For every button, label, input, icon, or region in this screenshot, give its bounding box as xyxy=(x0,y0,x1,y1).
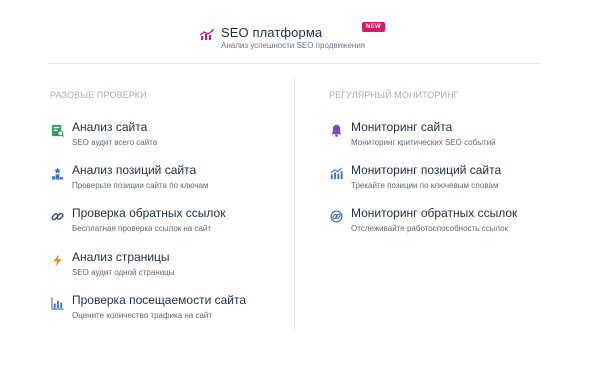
new-badge: NEW xyxy=(362,22,385,32)
menu-item-label: Мониторинг позиций сайта xyxy=(351,163,502,177)
menu-item-backlink-check[interactable]: Проверка обратных ссылок Бесплатная пров… xyxy=(50,206,280,238)
menu-item-position-analysis[interactable]: Анализ позиций сайта Проверьте позиции с… xyxy=(50,163,280,195)
site-audit-icon xyxy=(50,123,64,137)
divider-vertical xyxy=(294,78,295,330)
menu-item-description: Бесплатная проверка ссылок на сайт xyxy=(72,224,212,233)
menu-item-description: Проверьте позиции сайта по ключам xyxy=(72,181,209,190)
divider-horizontal xyxy=(48,63,540,64)
menu-item-label: Мониторинг сайта xyxy=(351,120,453,134)
link-monitor-icon xyxy=(329,209,343,223)
bell-icon xyxy=(329,123,343,137)
menu-item-description: Оцените количество трафика на сайт xyxy=(72,311,213,320)
menu-item-description: Отслеживайте работоспособность ссылок xyxy=(351,224,509,233)
header: SEO платформа NEW Анализ успешности SEO … xyxy=(199,22,460,56)
menu-item-traffic-check[interactable]: Проверка посещаемости сайта Оцените коли… xyxy=(50,293,280,325)
menu-item-label: Анализ страницы xyxy=(72,250,170,264)
menu-item-description: SEO аудит одной страницы xyxy=(72,268,175,277)
menu-item-description: Трекайте позиции по ключевым словам xyxy=(351,181,499,190)
menu-item-position-monitoring[interactable]: Мониторинг позиций сайта Трекайте позици… xyxy=(329,163,559,195)
menu-item-label: Проверка обратных ссылок xyxy=(72,206,226,220)
menu-item-site-analysis[interactable]: Анализ сайта SEO аудит всего сайта xyxy=(50,120,280,152)
chart-up-icon xyxy=(329,166,343,180)
menu-item-site-monitoring[interactable]: Мониторинг сайта Мониторинг критических … xyxy=(329,120,559,152)
section-title-monitoring: РЕГУЛЯРНЫЙ МОНИТОРИНГ xyxy=(329,90,459,100)
bar-chart-icon xyxy=(50,296,64,310)
menu-item-label: Проверка посещаемости сайта xyxy=(72,293,247,307)
menu-item-description: Мониторинг критических SEO событий xyxy=(351,138,496,147)
menu-item-label: Мониторинг обратных ссылок xyxy=(351,206,518,220)
menu-item-page-analysis[interactable]: Анализ страницы SEO аудит одной страницы xyxy=(50,250,280,282)
chart-trend-icon xyxy=(199,28,215,40)
section-title-one-time: РАЗОВЫЕ ПРОВЕРКИ xyxy=(50,90,147,100)
page-title[interactable]: SEO платформа xyxy=(221,25,322,40)
page-subtitle: Анализ успешности SEO продвижения xyxy=(221,41,366,50)
lightning-icon xyxy=(50,253,64,267)
menu-item-label: Анализ сайта xyxy=(72,120,148,134)
menu-item-backlink-monitoring[interactable]: Мониторинг обратных ссылок Отслеживайте … xyxy=(329,206,559,238)
menu-item-description: SEO аудит всего сайта xyxy=(72,138,158,147)
menu-item-label: Анализ позиций сайта xyxy=(72,163,197,177)
ranking-podium-icon xyxy=(50,166,64,180)
link-icon xyxy=(50,209,64,223)
